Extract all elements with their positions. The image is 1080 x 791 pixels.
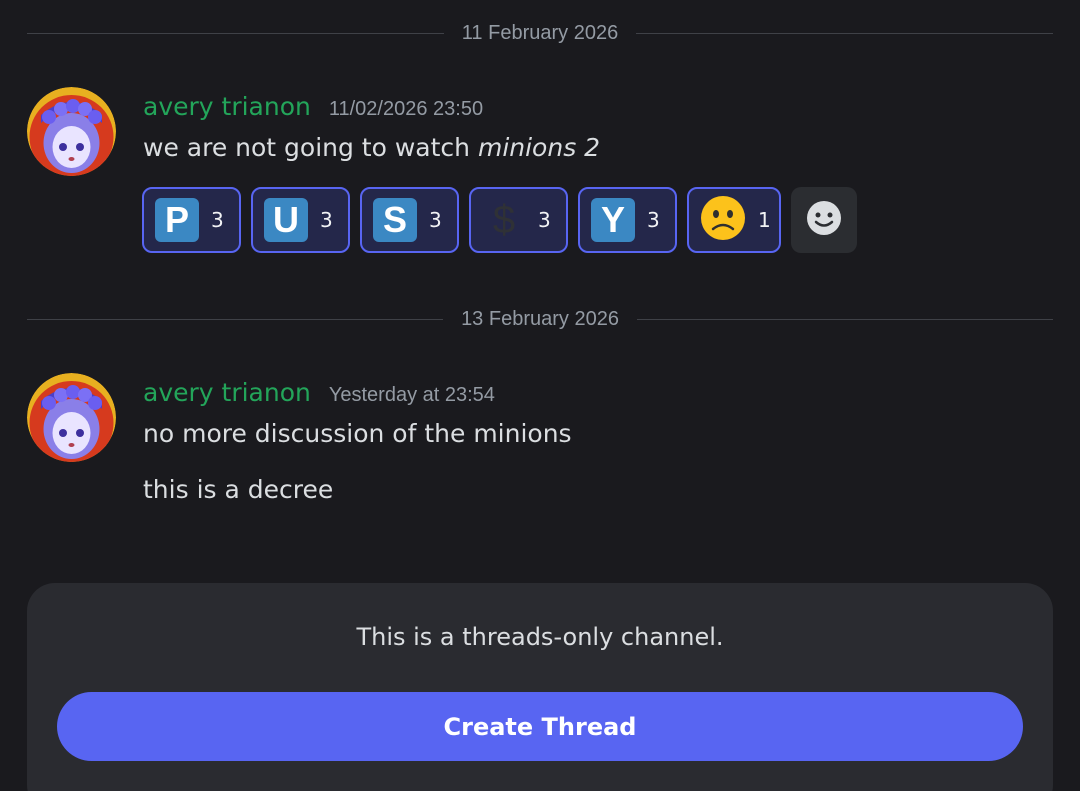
regional-indicator-u-icon: U bbox=[264, 198, 308, 242]
heavy-dollar-sign-icon: $ bbox=[492, 197, 516, 242]
message-group: avery trianon 11/02/2026 23:50 we are no… bbox=[27, 87, 1053, 257]
reaction-frowning-face[interactable]: 1 bbox=[687, 187, 781, 253]
message-text: we are not going to watch minions 2 bbox=[143, 133, 600, 162]
reaction-count: 3 bbox=[320, 208, 333, 232]
message-header: avery trianon 11/02/2026 23:50 bbox=[143, 92, 483, 121]
divider-line bbox=[636, 318, 1054, 320]
slightly-frowning-face-icon bbox=[700, 195, 746, 245]
create-thread-button[interactable]: Create Thread bbox=[57, 692, 1023, 761]
regional-indicator-s-icon: S bbox=[373, 198, 417, 242]
add-reaction-button[interactable] bbox=[791, 187, 857, 253]
message-text-plain: we are not going to watch bbox=[143, 133, 478, 162]
message-text-italic: minions 2 bbox=[477, 133, 601, 162]
divider-date: 13 February 2026 bbox=[461, 307, 619, 330]
avatar[interactable] bbox=[27, 373, 116, 462]
reaction-bar: P 3 U 3 S 3 $ 3 Y 3 1 bbox=[142, 187, 857, 253]
regional-indicator-y-icon: Y bbox=[591, 198, 635, 242]
reaction-count: 1 bbox=[758, 208, 771, 232]
reaction-s[interactable]: S 3 bbox=[360, 187, 459, 253]
threads-only-notice: This is a threads-only channel. bbox=[356, 623, 724, 651]
reaction-u[interactable]: U 3 bbox=[251, 187, 350, 253]
reaction-count: 3 bbox=[538, 208, 551, 232]
message-text: this is a decree bbox=[143, 475, 334, 504]
message-text: no more discussion of the minions bbox=[143, 419, 572, 448]
divider-line bbox=[27, 32, 444, 34]
username[interactable]: avery trianon bbox=[143, 92, 311, 121]
reaction-count: 3 bbox=[429, 208, 442, 232]
reaction-count: 3 bbox=[647, 208, 660, 232]
timestamp: 11/02/2026 23:50 bbox=[328, 98, 484, 120]
reaction-count: 3 bbox=[211, 208, 224, 232]
date-divider: 13 February 2026 bbox=[27, 304, 1054, 334]
threads-only-panel: This is a threads-only channel. Create T… bbox=[27, 583, 1053, 791]
timestamp: Yesterday at 23:54 bbox=[328, 384, 495, 406]
regional-indicator-p-icon: P bbox=[155, 198, 199, 242]
divider-line bbox=[636, 32, 1053, 34]
reaction-p[interactable]: P 3 bbox=[142, 187, 241, 253]
message-group: avery trianon Yesterday at 23:54 no more… bbox=[27, 373, 1053, 513]
avatar[interactable] bbox=[27, 87, 116, 176]
username[interactable]: avery trianon bbox=[143, 378, 311, 407]
date-divider: 11 February 2026 bbox=[27, 18, 1053, 48]
reaction-y[interactable]: Y 3 bbox=[578, 187, 677, 253]
reaction-dollar[interactable]: $ 3 bbox=[469, 187, 568, 253]
chat-screen: 11 February 2026 avery trianon 11/02/202… bbox=[0, 0, 1080, 791]
add-reaction-icon bbox=[805, 199, 843, 241]
divider-date: 11 February 2026 bbox=[461, 21, 619, 44]
message-header: avery trianon Yesterday at 23:54 bbox=[143, 378, 495, 407]
divider-line bbox=[27, 318, 444, 320]
